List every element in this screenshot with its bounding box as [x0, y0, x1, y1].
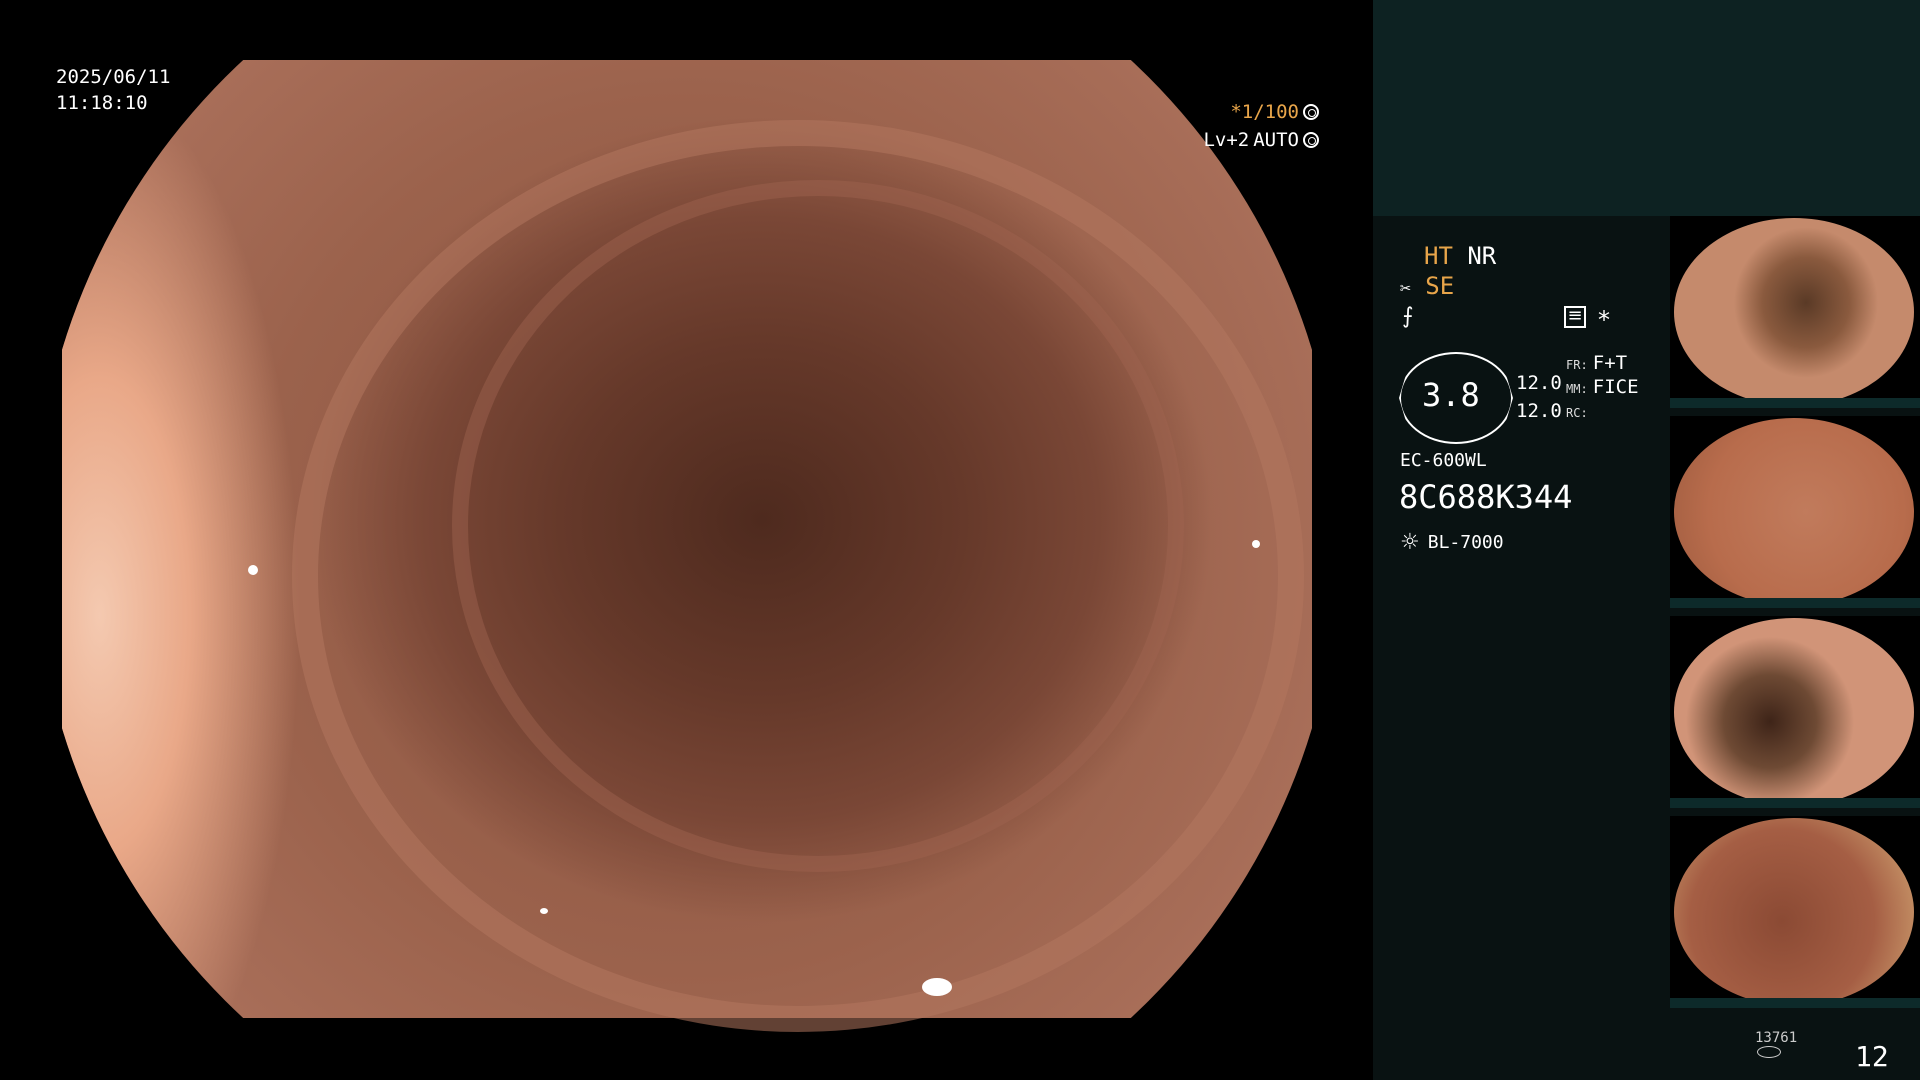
se-row: ✂ SE: [1400, 272, 1454, 300]
thumbnail-image: [1674, 418, 1914, 606]
gear-icon: [1303, 104, 1319, 120]
thumbnail-bar: [1670, 398, 1920, 408]
mm-value: FICE: [1592, 376, 1639, 398]
nr-flag: NR: [1467, 242, 1497, 270]
light-reflection: [922, 978, 952, 996]
lamp-icon: ☼: [1400, 530, 1420, 555]
ht-flag: HT: [1424, 242, 1453, 270]
mm-row: MM: FICE: [1566, 376, 1639, 398]
asterisk-mark: *: [1598, 306, 1610, 334]
exposure-level: Lv+2: [1203, 129, 1250, 151]
fr-label: FR:: [1566, 358, 1588, 372]
thumbnail-image: [1674, 618, 1914, 806]
se-flag: SE: [1425, 272, 1455, 300]
processing-flags: HT NR: [1424, 242, 1496, 270]
light-source-row: ☼ BL-7000: [1400, 530, 1504, 555]
storage-count: 13761: [1755, 1030, 1798, 1046]
mucosal-fold: [452, 180, 1184, 872]
disk-icon: [1757, 1046, 1781, 1058]
timestamp: 2025/06/11 11:18:10: [56, 64, 170, 116]
thumbnail[interactable]: [1670, 616, 1920, 808]
scissors-icon: ✂: [1400, 278, 1411, 299]
page-number: 12: [1855, 1040, 1889, 1073]
endoscope-view: 2025/06/11 11:18:10 *1/100 Lv+2 AUTO: [0, 0, 1373, 1080]
rc-label: RC:: [1566, 406, 1588, 420]
thumbnail-bar: [1670, 798, 1920, 808]
date-text: 2025/06/11: [56, 66, 171, 88]
thumbnail-image: [1674, 218, 1914, 406]
thumbnail[interactable]: [1670, 216, 1920, 408]
light-reflection: [1252, 540, 1260, 548]
menu-icon: ≡: [1564, 306, 1586, 328]
scope-serial: 8C688K344: [1399, 478, 1573, 516]
time-text: 11:18:10: [56, 92, 148, 114]
thumbnail-image: [1674, 818, 1914, 1006]
exposure-info: *1/100 Lv+2 AUTO: [1203, 98, 1319, 154]
side-panel-header: [1373, 0, 1920, 216]
mm-label: MM:: [1566, 382, 1588, 396]
storage-info: 13761: [1755, 1030, 1797, 1058]
fr-value: F+T: [1592, 352, 1628, 374]
thumbnail-bar: [1670, 998, 1920, 1008]
light-reflection: [540, 908, 548, 914]
exposure-mode: AUTO: [1253, 129, 1299, 151]
thumbnail-bar: [1670, 598, 1920, 608]
wave-icon: ⨍: [1402, 304, 1414, 329]
gauge-value: 3.8: [1422, 376, 1480, 414]
value-1: 12.0: [1516, 372, 1562, 394]
light-source: BL-7000: [1427, 532, 1504, 553]
scope-model: EC-600WL: [1400, 450, 1487, 471]
light-reflection: [248, 565, 258, 575]
thumbnail[interactable]: [1670, 816, 1920, 1008]
rc-row: RC:: [1566, 402, 1588, 421]
ring-icon: [1303, 132, 1319, 148]
shutter-speed: *1/100: [1230, 101, 1299, 123]
endoscope-image: [62, 60, 1312, 1032]
value-2: 12.0: [1516, 400, 1562, 422]
fr-row: FR: F+T: [1566, 352, 1627, 374]
thumbnail[interactable]: [1670, 416, 1920, 608]
